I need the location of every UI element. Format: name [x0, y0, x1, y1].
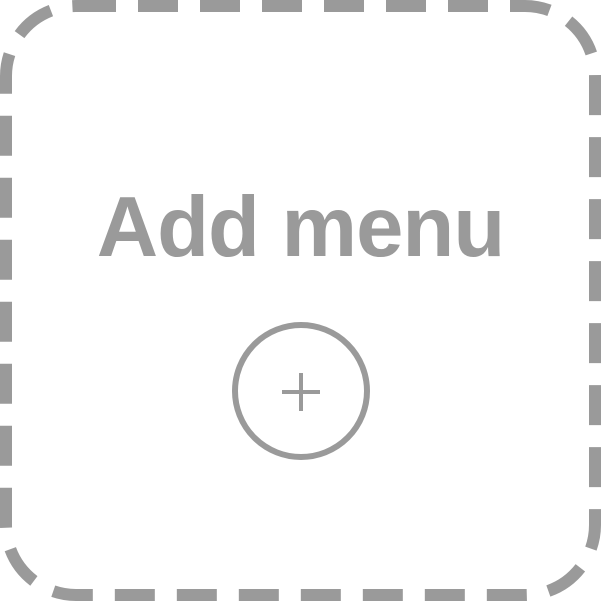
plus-circle-icon[interactable]	[231, 321, 371, 461]
add-menu-card[interactable]: Add menu	[0, 0, 601, 601]
dashed-border	[0, 0, 601, 601]
add-menu-title: Add menu	[96, 180, 506, 275]
